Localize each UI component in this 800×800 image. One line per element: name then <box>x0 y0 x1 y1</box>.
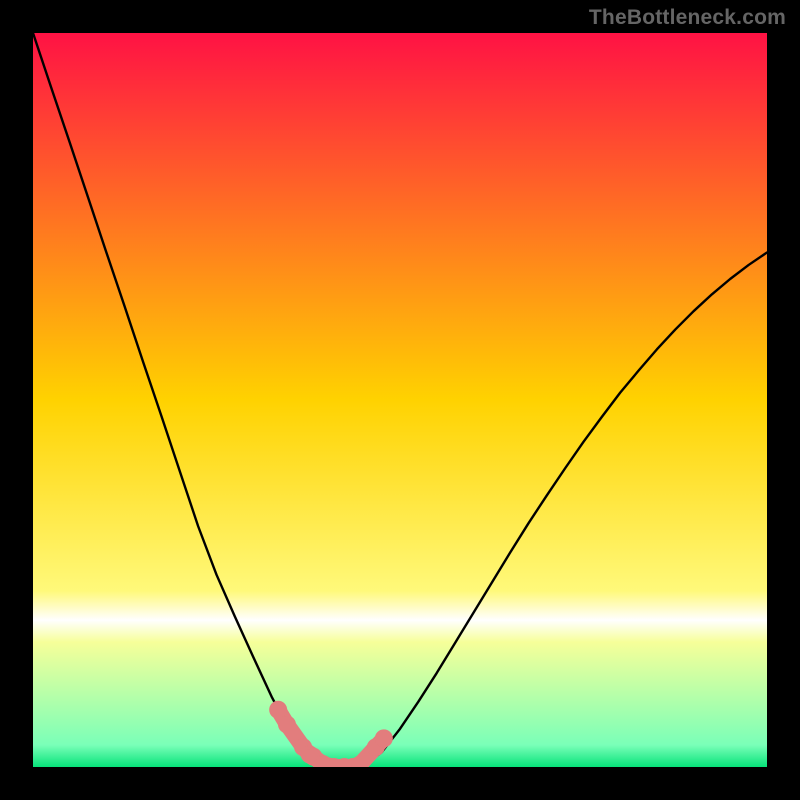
chart-frame: TheBottleneck.com <box>0 0 800 800</box>
chart-svg <box>33 33 767 767</box>
watermark-text: TheBottleneck.com <box>589 6 786 30</box>
gradient-background <box>33 33 767 767</box>
trough-marker <box>375 729 393 747</box>
plot-area <box>33 33 767 767</box>
